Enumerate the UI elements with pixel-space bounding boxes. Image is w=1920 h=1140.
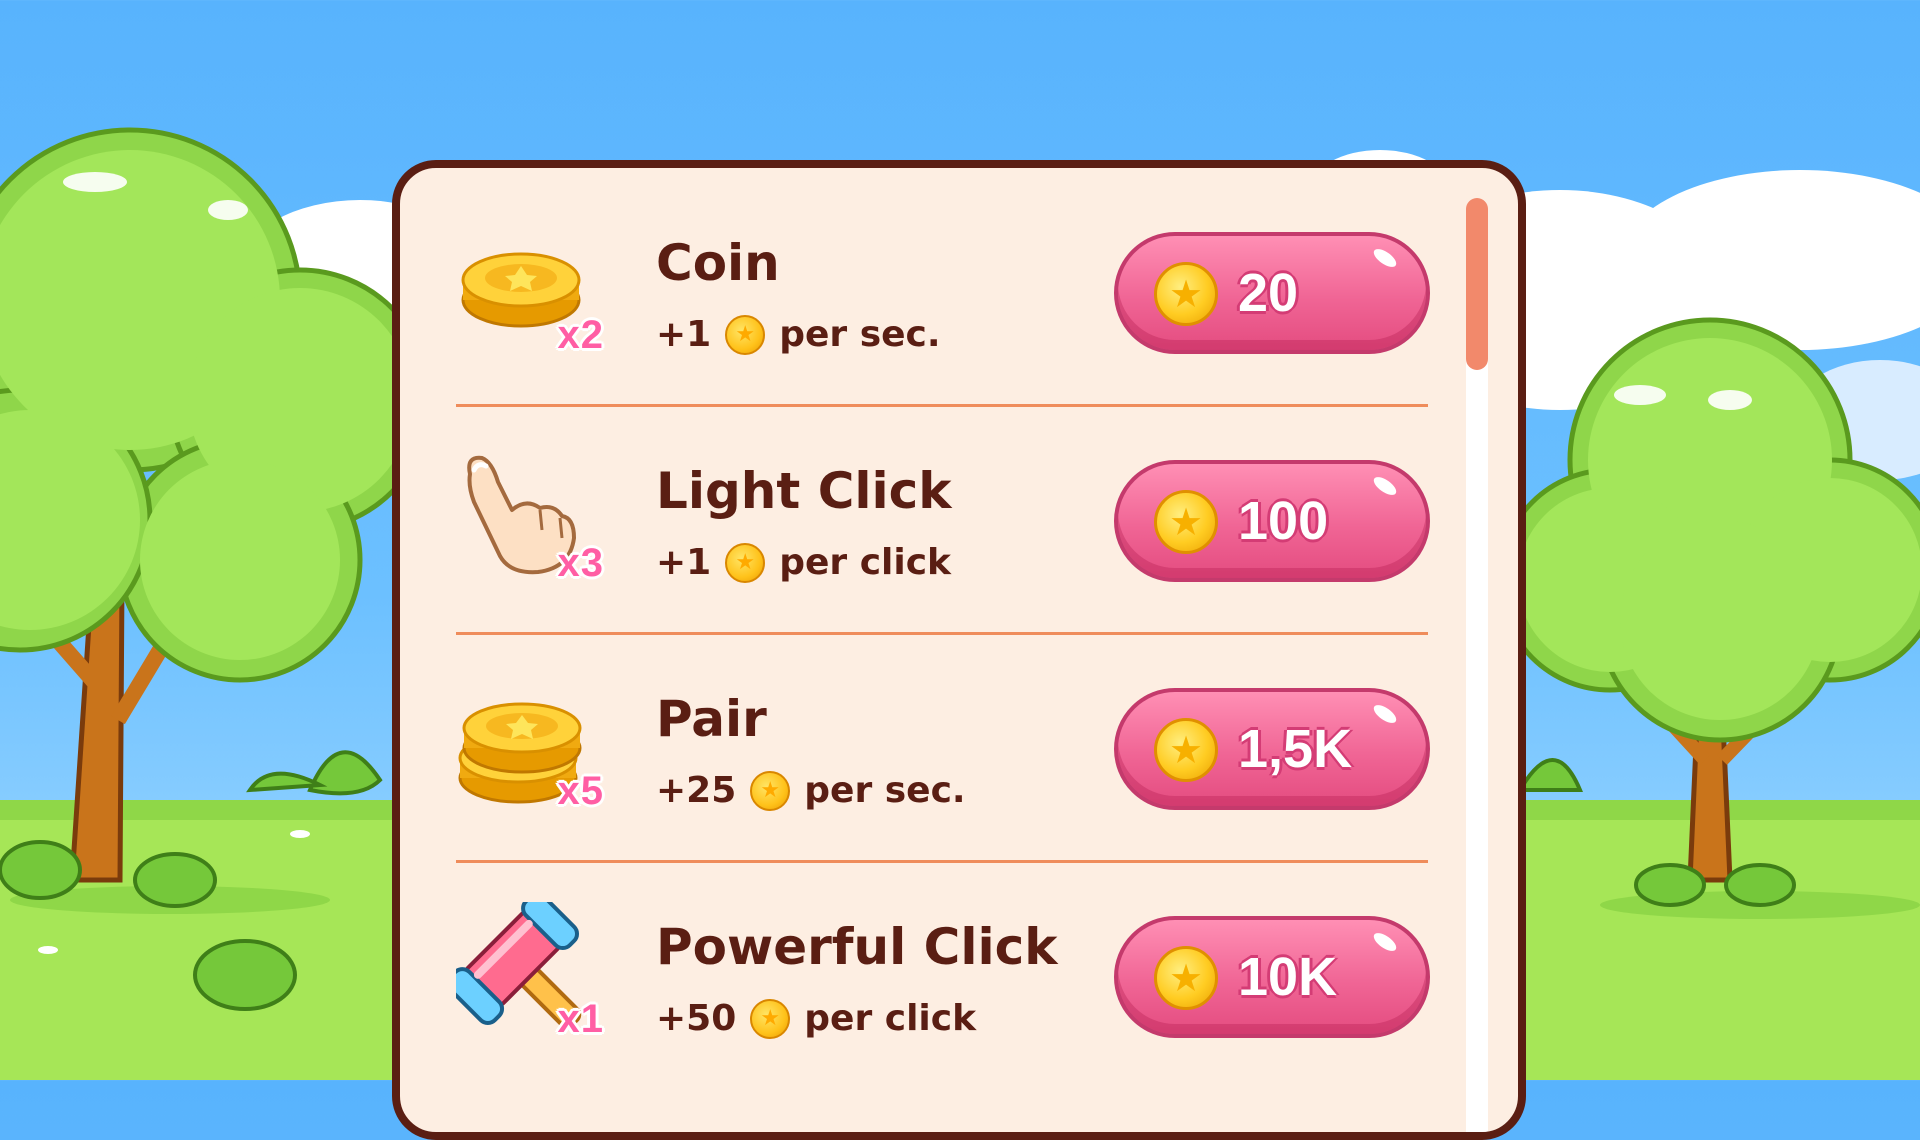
scrollbar-thumb[interactable] <box>1466 198 1488 370</box>
item-name: Light Click <box>656 462 952 520</box>
bonus-rate: per click <box>804 998 977 1039</box>
item-description: +1 ★ per click <box>656 542 951 583</box>
hammer-icon: x1 <box>446 892 606 1052</box>
shop-item-pair: x5 Pair +25 ★ per sec. ★ 1,5K <box>456 646 1430 874</box>
item-description: +1 ★ per sec. <box>656 314 941 355</box>
price-label: 1,5K <box>1238 719 1353 779</box>
bonus-rate: per click <box>779 542 951 583</box>
buy-button-powerful-click[interactable]: ★ 10K <box>1114 916 1430 1038</box>
item-name: Coin <box>656 234 780 292</box>
shine-highlight <box>1370 929 1400 955</box>
coin-icon: ★ <box>750 998 791 1039</box>
bonus-amount: +1 <box>656 314 712 355</box>
bonus-rate: per sec. <box>779 314 941 355</box>
shine-highlight <box>1370 473 1400 499</box>
buy-button-coin[interactable]: ★ 20 <box>1114 232 1430 354</box>
coin-stack-icon: x2 <box>456 218 606 368</box>
divider <box>456 860 1428 863</box>
multiplier-label: x5 <box>557 769 604 813</box>
coin-icon: ★ <box>725 542 766 583</box>
coin-icon: ★ <box>750 770 791 811</box>
buy-button-light-click[interactable]: ★ 100 <box>1114 460 1430 582</box>
divider <box>456 632 1428 635</box>
multiplier-label: x3 <box>557 541 604 585</box>
shop-item-powerful-click: x1 Powerful Click +50 ★ per click ★ 10K <box>446 874 1430 1102</box>
price-label: 20 <box>1238 263 1299 323</box>
coin-icon: ★ <box>1154 262 1218 326</box>
shine-highlight <box>1370 701 1400 727</box>
item-description: +25 ★ per sec. <box>656 770 966 811</box>
price-label: 100 <box>1238 491 1329 551</box>
item-description: +50 ★ per click <box>656 998 976 1039</box>
coin-icon: ★ <box>1154 490 1218 554</box>
bonus-rate: per sec. <box>804 770 966 811</box>
coin-icon: ★ <box>1154 946 1218 1010</box>
divider <box>456 404 1428 407</box>
pointing-hand-icon: x3 <box>456 446 606 596</box>
upgrade-shop-panel: x2 Coin +1 ★ per sec. ★ 20 x3 Light Clic… <box>392 160 1526 1140</box>
coin-icon: ★ <box>1154 718 1218 782</box>
shine-highlight <box>1370 245 1400 271</box>
coin-pair-icon: x5 <box>456 674 606 824</box>
multiplier-label: x2 <box>557 313 604 357</box>
buy-button-pair[interactable]: ★ 1,5K <box>1114 688 1430 810</box>
bonus-amount: +25 <box>656 770 737 811</box>
bonus-amount: +1 <box>656 542 712 583</box>
multiplier-label: x1 <box>557 997 604 1041</box>
shop-item-light-click: x3 Light Click +1 ★ per click ★ 100 <box>456 418 1430 646</box>
bonus-amount: +50 <box>656 998 737 1039</box>
price-label: 10K <box>1238 947 1338 1007</box>
shop-item-coin: x2 Coin +1 ★ per sec. ★ 20 <box>456 190 1430 418</box>
item-name: Powerful Click <box>656 918 1058 976</box>
item-name: Pair <box>656 690 767 748</box>
coin-icon: ★ <box>725 314 766 355</box>
